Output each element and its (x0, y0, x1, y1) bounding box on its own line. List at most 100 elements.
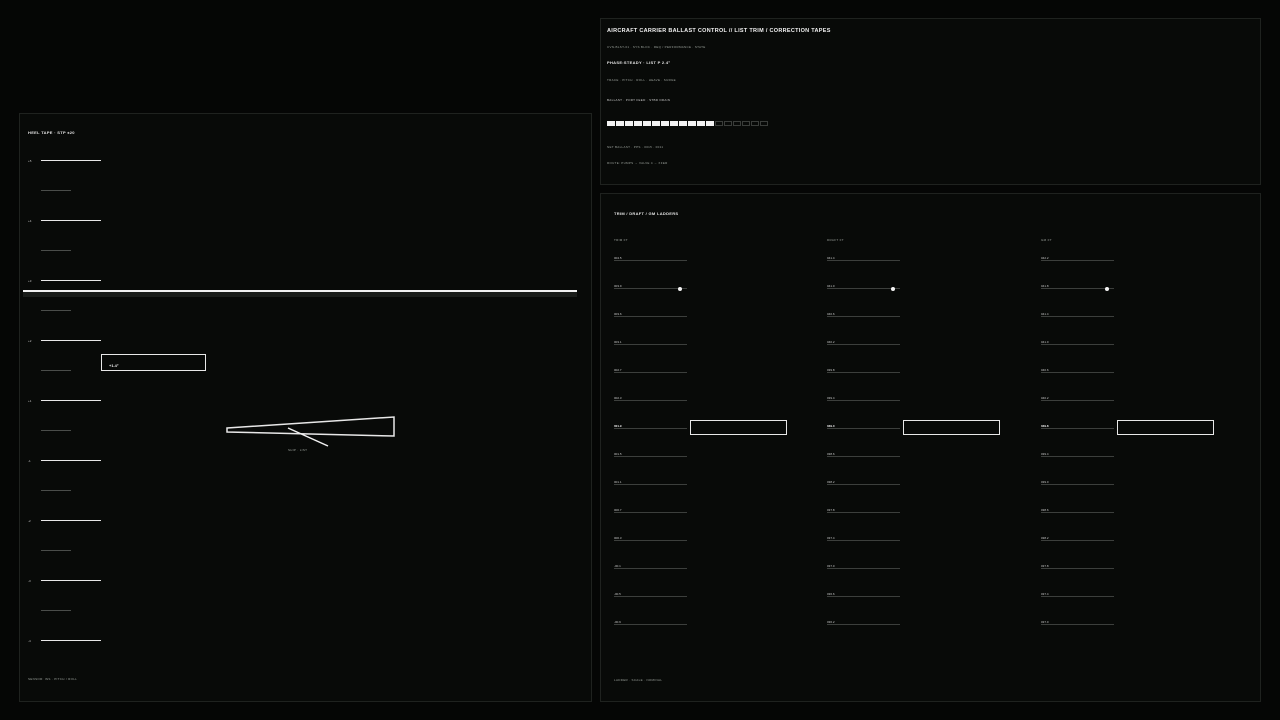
ladder-marker-dot (1105, 287, 1109, 291)
ladder-row-line (1041, 540, 1114, 541)
ballast-cell (679, 121, 687, 126)
ladder-row-line (827, 568, 900, 569)
ladders-panel: TRIM / DRAFT / GM LADDERS TRIM FT 004.5 00… (600, 193, 1261, 702)
ladder-row-line (827, 288, 900, 289)
ballast-cell (634, 121, 642, 126)
heel-tick-label: +3 (28, 279, 32, 283)
heel-tape-footer: SENSOR: INS · PITCH / ROLL (28, 677, 78, 681)
ladder-row-line (614, 512, 687, 513)
ladder-row-line (827, 400, 900, 401)
heel-tick-major (41, 220, 101, 221)
ladder-row-line (1041, 624, 1114, 625)
heel-tick-major (41, 280, 101, 281)
ladder-row-line (1041, 260, 1114, 261)
ballast-cell (670, 121, 678, 126)
ballast-cell (715, 121, 723, 126)
ladder-row-line (1041, 428, 1114, 429)
ladder-header: GM FT (1041, 238, 1052, 242)
ballast-cell (724, 121, 732, 126)
ballast-status-panel: AIRCRAFT CARRIER BALLAST CONTROL // LIST… (600, 18, 1261, 185)
ladder-row-line (827, 372, 900, 373)
heel-tick-minor (41, 310, 71, 311)
heel-tick-major (41, 460, 101, 461)
ballast-cell (706, 121, 714, 126)
ladder-row-line (614, 372, 687, 373)
ballast-flow-label: BALLAST · PORT FEED · STBD DRAIN (607, 98, 671, 102)
ladder-current-box (903, 420, 1000, 435)
ladder-row-line (827, 316, 900, 317)
ladder-row-line (827, 512, 900, 513)
ladder-row-line (1041, 596, 1114, 597)
heel-tick-major (41, 340, 101, 341)
heel-readout-box: +1.4° (101, 354, 206, 371)
ladder-row-line (827, 596, 900, 597)
heel-tick-major (41, 580, 101, 581)
trace-channels: TRACE · PITCH · ROLL · HEAVE · SURGE (607, 78, 676, 82)
ladder-row-line (614, 568, 687, 569)
ballast-cell (643, 121, 651, 126)
ladder-row-line (827, 456, 900, 457)
ladder-row-line (1041, 568, 1114, 569)
ballast-cell (607, 121, 615, 126)
heel-tick-minor (41, 250, 71, 251)
ladder-row-line (1041, 372, 1114, 373)
ballast-cell (742, 121, 750, 126)
ballast-cell (616, 121, 624, 126)
heel-tick-major (41, 160, 101, 161)
list-needle (287, 427, 329, 447)
ladder-row-line (614, 260, 687, 261)
heel-tick-label: +5 (28, 159, 32, 163)
ladder-row-line (1041, 456, 1114, 457)
heel-tick-major (41, 640, 101, 641)
ladder-row-line (614, 316, 687, 317)
horizon-shadow (23, 292, 577, 297)
ladder-row-line (614, 484, 687, 485)
ladder-row-line (614, 456, 687, 457)
ladder-row-line (827, 260, 900, 261)
ladder-row-line (614, 400, 687, 401)
ballast-cell (751, 121, 759, 126)
ladder-current-box (690, 420, 787, 435)
ship-list-indicator (226, 416, 395, 447)
ladder-row-line (1041, 316, 1114, 317)
ballast-cell (688, 121, 696, 126)
ladders-footer: LADDER · SCALE · NOMINAL (614, 678, 663, 682)
heel-tick-minor (41, 370, 71, 371)
heel-tick-minor (41, 430, 71, 431)
heel-tick-label: +1 (28, 399, 32, 403)
heel-tick-label: -2 (28, 519, 31, 523)
ballast-route: ROUTE: PUMPS → VALVE 4 → XFER (607, 161, 668, 165)
ladder-row-line (614, 288, 687, 289)
heel-tick-major (41, 520, 101, 521)
ladder-row-line (1041, 484, 1114, 485)
ladder-row-line (614, 428, 687, 429)
ballast-cell (760, 121, 768, 126)
ladder-row-line (827, 344, 900, 345)
heel-tick-label: +4 (28, 219, 32, 223)
ladder-header: DRAFT FT (827, 238, 844, 242)
ladder-row-line (827, 428, 900, 429)
heel-tick-label: +2 (28, 339, 32, 343)
heel-tick-minor (41, 550, 71, 551)
heel-tick-label: -4 (28, 639, 31, 643)
ladder-row-line (1041, 400, 1114, 401)
ladder-row-line (614, 540, 687, 541)
heel-tick-label: -3 (28, 579, 31, 583)
ladder-row-line (1041, 512, 1114, 513)
ladder-current-box (1117, 420, 1214, 435)
ladder-row-line (614, 344, 687, 345)
heel-readout-value: +1.4° (109, 363, 119, 368)
page-title: AIRCRAFT CARRIER BALLAST CONTROL // LIST… (607, 28, 831, 34)
ballast-cell (697, 121, 705, 126)
heel-tick-minor (41, 610, 71, 611)
phase-status: PHASE:STEADY · LIST P 2.4° (607, 60, 671, 65)
heel-tape-panel: HEEL TAPE · STP ±20 +5 +4 +3 +2 +1 -1 -2 -3 -4 +… (19, 113, 592, 702)
ladder-row-line (1041, 344, 1114, 345)
ladder-row-line (614, 596, 687, 597)
ballast-level-cells (607, 121, 768, 126)
heel-tick-minor (41, 190, 71, 191)
ladders-title: TRIM / DRAFT / GM LADDERS (614, 211, 679, 216)
ballast-cell (625, 121, 633, 126)
heel-tick-major (41, 400, 101, 401)
ladder-header: TRIM FT (614, 238, 628, 242)
